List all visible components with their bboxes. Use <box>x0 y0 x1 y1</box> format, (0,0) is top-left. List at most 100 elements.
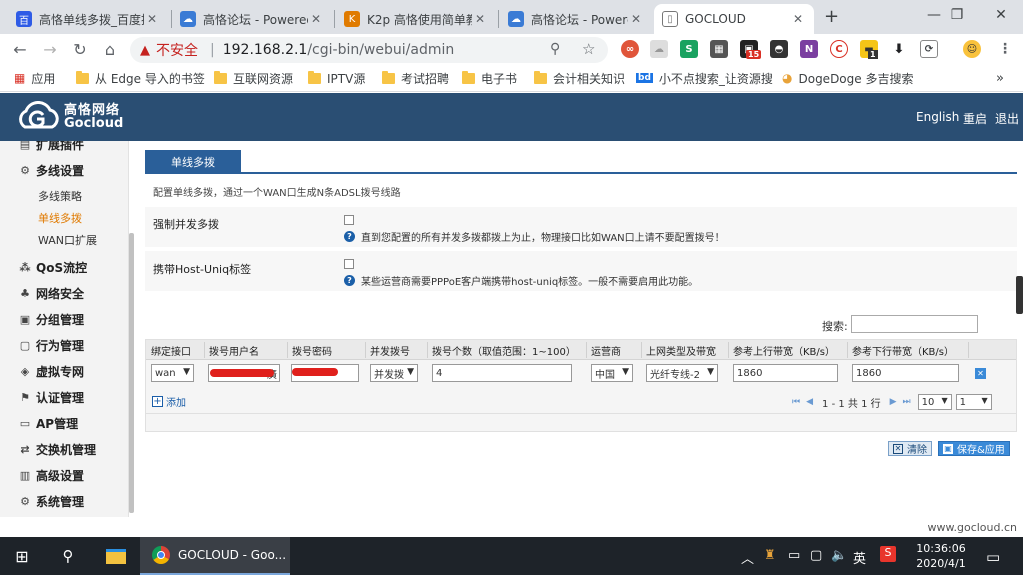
extension-c-icon[interactable]: C <box>830 40 848 58</box>
extension-grid-icon[interactable]: ▦ <box>710 40 728 58</box>
upstream-input[interactable]: 1860 <box>733 364 838 382</box>
sidebar-item-switch[interactable]: ⇄ 交换机管理 <box>0 436 128 462</box>
sidebar-sub-strategy[interactable]: 多线策略 <box>38 186 82 206</box>
back-arrow-icon[interactable]: ← <box>8 38 32 60</box>
close-icon[interactable]: ✕ <box>790 12 806 26</box>
window-close-icon[interactable]: ✕ <box>979 0 1023 30</box>
page-scrollbar[interactable] <box>1016 276 1023 314</box>
sogou-icon[interactable]: S <box>880 546 896 562</box>
bookmark-apps[interactable]: ▦ 应用 <box>14 70 55 86</box>
host-uniq-checkbox[interactable] <box>344 259 354 269</box>
bookmark-star-icon[interactable]: ☆ <box>582 40 595 58</box>
close-icon[interactable]: ✕ <box>144 12 160 26</box>
download-icon[interactable]: ⬇ <box>890 40 908 58</box>
sidebar-sub-wan-expand[interactable]: WAN口扩展 <box>38 230 97 250</box>
col-linetype[interactable]: 上网类型及带宽 <box>646 343 716 358</box>
page-number-select[interactable]: 1 ▼ <box>955 394 992 410</box>
extension-sync-icon[interactable]: ⟳ <box>920 40 938 58</box>
count-input[interactable]: 4 <box>432 364 572 382</box>
extension-cloud-icon[interactable]: ☁ <box>650 40 668 58</box>
tab-single-multi-dial[interactable]: 单线多拨 <box>145 150 241 174</box>
bookmark-folder[interactable]: 会计相关知识 <box>534 70 625 86</box>
browser-tab-2[interactable]: ☁ 高恪论坛 - Powered ✕ <box>172 4 332 34</box>
clear-button[interactable]: ✕ 清除 <box>888 441 932 456</box>
clock[interactable]: 10:36:06 2020/4/1 <box>911 541 971 571</box>
bookmark-folder[interactable]: 互联网资源 <box>214 70 293 86</box>
isp-select[interactable]: 中国 ▼ <box>591 364 633 382</box>
search-icon[interactable]: ⚲ <box>50 537 86 575</box>
network-icon[interactable]: ▢ <box>810 548 822 563</box>
new-tab-button[interactable]: + <box>824 6 839 27</box>
extension-onenote-icon[interactable]: N <box>800 40 818 58</box>
tray-app-icon[interactable]: ♜ <box>764 548 776 563</box>
force-dial-checkbox[interactable] <box>344 215 354 225</box>
sidebar-item-advanced[interactable]: ▥ 高级设置 <box>0 462 128 488</box>
prev-page-icon[interactable]: ◀ <box>806 397 813 407</box>
bookmark-doge[interactable]: ◕ DogeDoge 多吉搜索 <box>782 70 913 86</box>
bookmark-folder[interactable]: 考试招聘 <box>382 70 449 86</box>
col-concurrent[interactable]: 并发拨号 <box>370 343 410 358</box>
sidebar-scrollbar[interactable] <box>129 233 134 513</box>
sidebar-item-security[interactable]: ♣ 网络安全 <box>0 280 128 306</box>
profile-avatar-icon[interactable]: ☺ <box>963 40 981 58</box>
extension-s-icon[interactable]: S <box>680 40 698 58</box>
linetype-select[interactable]: 光纤专线-2 ▼ <box>646 364 718 382</box>
browser-tab-1[interactable]: 百 高恪单线多拨_百度搜索 ✕ <box>8 4 168 34</box>
home-icon[interactable]: ⌂ <box>98 38 122 60</box>
delete-row-icon[interactable]: ✕ <box>975 368 986 379</box>
extension-glasses-icon[interactable]: ◓ <box>770 40 788 58</box>
ime-indicator[interactable]: 英 <box>853 548 866 567</box>
windows-start-icon[interactable]: ⊞ <box>0 537 44 575</box>
bookmarks-more[interactable]: » <box>996 70 1004 86</box>
sidebar-sub-single-multi[interactable]: 单线多拨 <box>38 208 82 228</box>
concurrent-select[interactable]: 并发拨 ▼ <box>370 364 418 382</box>
volume-icon[interactable]: 🔈 <box>831 548 847 563</box>
col-count[interactable]: 拨号个数（取值范围：1~100） <box>432 343 576 358</box>
bookmark-bd[interactable]: bd 小不点搜索_让资源搜 <box>636 70 773 86</box>
downstream-input[interactable]: 1860 <box>852 364 959 382</box>
logo[interactable]: 高恪网络 Gocloud <box>16 99 123 135</box>
menu-kebab-icon[interactable]: ⋮ <box>996 40 1014 58</box>
reload-icon[interactable]: ↻ <box>68 38 92 60</box>
sidebar-item-groups[interactable]: ▣ 分组管理 <box>0 306 128 332</box>
bookmark-folder[interactable]: 电子书 <box>462 70 517 86</box>
bookmark-folder[interactable]: IPTV源 <box>308 70 365 86</box>
close-icon[interactable]: ✕ <box>472 12 488 26</box>
close-icon[interactable]: ✕ <box>308 12 324 26</box>
col-isp[interactable]: 运营商 <box>591 343 621 358</box>
file-explorer-icon[interactable] <box>96 537 136 575</box>
sidebar-item-system[interactable]: ⚙ 系统管理 <box>0 488 128 514</box>
sidebar-item-ap[interactable]: ▭ AP管理 <box>0 410 128 436</box>
search-input[interactable] <box>851 315 978 333</box>
save-apply-button[interactable]: ▣ 保存&应用 <box>938 441 1010 456</box>
sidebar-item-vpn[interactable]: ◈ 虚拟专网 <box>0 358 128 384</box>
browser-tab-3[interactable]: K K2p 高恪使用简单教程 ✕ <box>336 4 496 34</box>
next-page-icon[interactable]: ▶ <box>890 397 897 407</box>
extension-oo-icon[interactable]: ∞ <box>621 40 639 58</box>
add-row-button[interactable]: + 添加 <box>152 395 186 409</box>
col-upstream[interactable]: 参考上行带宽（KB/s） <box>733 343 835 358</box>
first-page-icon[interactable]: ⏮ <box>792 397 800 407</box>
tray-chevron-icon[interactable]: ︿ <box>741 548 754 567</box>
sidebar-item-plugins[interactable]: ▤ 扩展插件 <box>0 141 128 157</box>
address-bar[interactable]: ▲ 不安全 | 192.168.2.1/cgi-bin/webui/admin … <box>130 37 608 63</box>
iface-select[interactable]: wan ▼ <box>151 364 194 382</box>
extension-badge-icon[interactable]: ▬ 1 <box>860 40 878 59</box>
notification-icon[interactable]: ▭ <box>986 548 1000 566</box>
close-icon[interactable]: ✕ <box>628 12 644 26</box>
browser-tab-active[interactable]: ▯ GOCLOUD ✕ <box>654 4 814 34</box>
forward-arrow-icon[interactable]: → <box>38 38 62 60</box>
url-text[interactable]: 192.168.2.1/cgi-bin/webui/admin <box>223 42 455 58</box>
col-downstream[interactable]: 参考下行带宽（KB/s） <box>852 343 954 358</box>
sidebar-item-multiline[interactable]: ⚙ 多线设置 <box>0 157 128 183</box>
col-password[interactable]: 拨号密码 <box>292 343 332 358</box>
taskbar-chrome-app[interactable]: GOCLOUD - Goo... <box>140 537 290 575</box>
reboot-link[interactable]: 重启 <box>963 110 987 127</box>
col-iface[interactable]: 绑定接口 <box>151 343 191 358</box>
last-page-icon[interactable]: ⏭ <box>903 397 911 407</box>
page-size-select[interactable]: 10 ▼ <box>917 394 952 410</box>
zoom-icon[interactable]: ⚲ <box>550 41 560 57</box>
sidebar-item-behavior[interactable]: ▢ 行为管理 <box>0 332 128 358</box>
english-link[interactable]: English <box>916 110 959 124</box>
bookmark-folder[interactable]: 从 Edge 导入的书签 <box>76 70 205 86</box>
